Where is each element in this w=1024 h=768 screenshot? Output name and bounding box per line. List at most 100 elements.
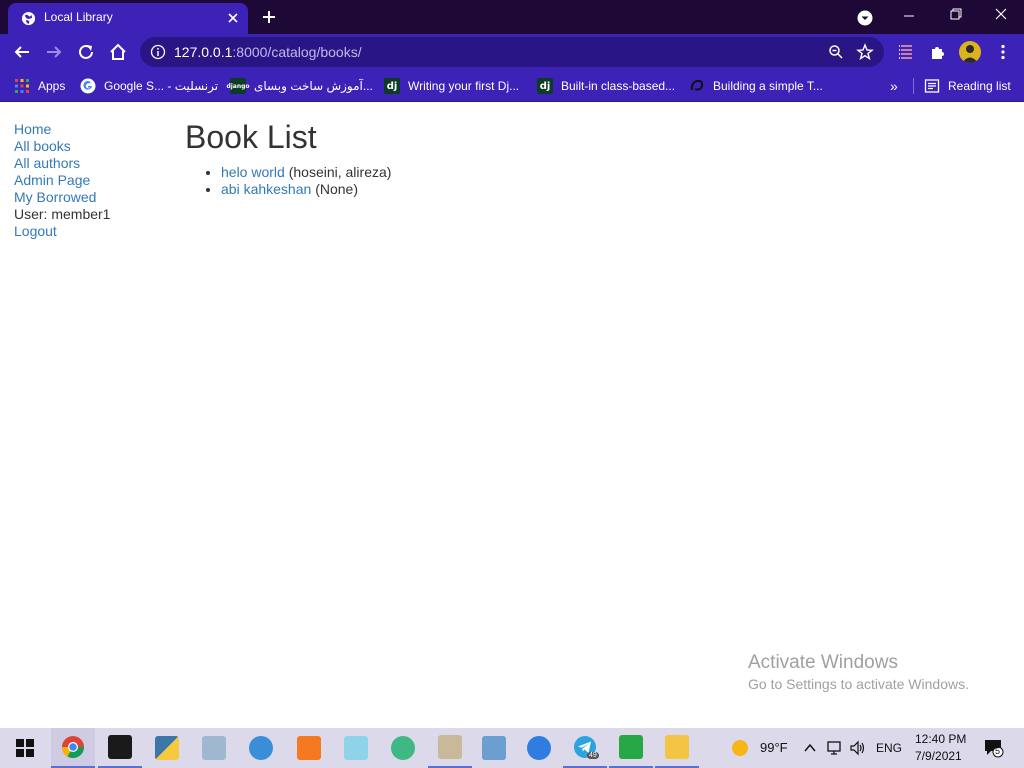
clock-time[interactable]: 12:40 PM [915, 732, 966, 746]
taskbar-app-bolt[interactable] [239, 728, 283, 768]
all-books-link[interactable]: All books [14, 138, 71, 154]
my-borrowed-link[interactable]: My Borrowed [14, 189, 96, 205]
activate-windows-watermark: Activate Windows Go to Settings to activ… [748, 652, 969, 694]
taskbar-monitor[interactable] [192, 728, 236, 768]
home-link[interactable]: Home [14, 121, 51, 137]
bookmark-class-based-views[interactable]: dj Built-in class-based... [537, 76, 675, 96]
share-icon [527, 736, 551, 760]
forward-arrow-icon[interactable] [45, 43, 63, 61]
laptop-icon [482, 736, 506, 760]
url-host: 127.0.0.1 [174, 44, 233, 60]
admin-page-link[interactable]: Admin Page [14, 172, 90, 188]
book-author: (None) [315, 181, 358, 197]
reading-list-button[interactable]: Reading list [924, 76, 1011, 96]
taskbar-app-notes[interactable] [334, 728, 378, 768]
close-tab-icon[interactable] [226, 11, 240, 25]
taskbar-share-app[interactable] [517, 728, 561, 768]
menu-kebab-icon[interactable] [994, 43, 1012, 61]
sidebar-item-all-authors: All authors [14, 155, 110, 172]
all-authors-link[interactable]: All authors [14, 155, 80, 171]
bookmark-label: Built-in class-based... [561, 79, 676, 93]
taskbar-python[interactable] [145, 728, 189, 768]
notes-icon [344, 736, 368, 760]
django-icon: django [226, 78, 250, 94]
puzzle-icon[interactable] [929, 43, 947, 61]
back-arrow-icon[interactable] [13, 43, 31, 61]
bookmark-google-translate[interactable]: Google S... - ترنسلیت [80, 76, 218, 96]
google-icon [80, 78, 96, 94]
sidebar-item-admin: Admin Page [14, 172, 110, 189]
taskbar-atom[interactable] [381, 728, 425, 768]
globe-icon [21, 11, 36, 26]
bookmarks-divider [913, 78, 914, 94]
browser-toolbar: 127.0.0.1:8000/catalog/books/ [0, 34, 1024, 70]
sidebar-item-all-books: All books [14, 138, 110, 155]
taskbar-chrome[interactable] [51, 728, 95, 768]
reading-list-icon [924, 79, 940, 93]
bookmark-writing-django[interactable]: dj Writing your first Dj... [384, 76, 519, 96]
sun-weather-icon[interactable] [731, 739, 749, 757]
zoom-icon[interactable] [828, 44, 844, 60]
logout-link[interactable]: Logout [14, 223, 57, 239]
reload-icon[interactable] [77, 43, 95, 61]
page-title: Book List [185, 119, 317, 155]
taskbar-laptop-app[interactable] [472, 728, 516, 768]
dj-icon: dj [537, 78, 553, 94]
chevron-up-icon[interactable] [803, 741, 817, 755]
url-path: :8000/catalog/books/ [232, 44, 362, 60]
restore-icon[interactable] [932, 0, 978, 34]
clock-date[interactable]: 7/9/2021 [915, 749, 962, 763]
browser-tab[interactable]: Local Library [8, 3, 248, 34]
avatar-icon [962, 45, 978, 63]
book-title-link[interactable]: helo world [221, 164, 285, 180]
watermark-subtitle: Go to Settings to activate Windows. [748, 676, 969, 692]
language-indicator[interactable]: ENG [876, 741, 902, 755]
taskbar-plus-app[interactable] [609, 728, 653, 768]
weather-temp[interactable]: 99°F [760, 740, 788, 755]
python-icon [155, 736, 179, 760]
tab-search-icon[interactable] [857, 10, 873, 26]
atom-icon [391, 736, 415, 760]
book-author: (hoseini, alireza) [288, 164, 392, 180]
start-button[interactable] [3, 728, 47, 768]
swirl-icon [690, 79, 704, 91]
extension-list-icon[interactable] [897, 43, 915, 61]
lightning-icon [249, 736, 273, 760]
minimize-icon[interactable] [886, 0, 932, 34]
taskbar-telegram[interactable]: 49 [563, 728, 607, 768]
taskbar-terminal[interactable] [98, 728, 142, 768]
info-icon[interactable] [150, 44, 166, 60]
bookmarks-overflow-icon[interactable]: » [890, 79, 906, 93]
url-text[interactable]: 127.0.0.1:8000/catalog/books/ [174, 44, 362, 60]
sidebar-item-logout: Logout [14, 223, 110, 240]
sidebar-nav: Home All books All authors Admin Page My… [14, 121, 110, 240]
address-bar[interactable]: 127.0.0.1:8000/catalog/books/ [140, 37, 884, 67]
page-content: Home All books All authors Admin Page My… [0, 103, 1024, 728]
sidebar-item-home: Home [14, 121, 110, 138]
xampp-icon [297, 736, 321, 760]
book-title-link[interactable]: abi kahkeshan [221, 181, 311, 197]
taskbar-paint[interactable] [428, 728, 472, 768]
bookmark-building-simple[interactable]: Building a simple T... [689, 76, 823, 96]
bookmark-apps[interactable]: Apps [14, 76, 65, 96]
book-list: helo world (hoseini, alireza) abi kahkes… [221, 164, 391, 198]
profile-avatar[interactable] [959, 41, 981, 63]
taskbar-file-explorer[interactable] [655, 728, 699, 768]
list-item: helo world (hoseini, alireza) [221, 164, 391, 181]
bookmark-django-persian[interactable]: django آموزش ساخت وبسای... [226, 76, 373, 96]
reading-list-label: Reading list [948, 79, 1011, 93]
plus-app-icon [619, 735, 643, 759]
close-window-icon[interactable] [978, 0, 1024, 34]
network-icon[interactable] [826, 739, 844, 757]
bookmark-star-icon[interactable] [856, 43, 874, 61]
home-icon[interactable] [109, 43, 127, 61]
folder-icon [665, 735, 689, 759]
bookmarks-bar: Apps Google S... - ترنسلیت django آموزش … [0, 70, 1024, 102]
volume-icon[interactable] [849, 739, 867, 757]
taskbar-xampp[interactable] [287, 728, 331, 768]
notification-icon[interactable] [983, 738, 1005, 758]
bookmark-label: Building a simple T... [713, 79, 823, 93]
telegram-badge: 49 [587, 752, 599, 759]
notification-count: 5 [995, 746, 1001, 756]
new-tab-icon[interactable] [261, 9, 277, 25]
